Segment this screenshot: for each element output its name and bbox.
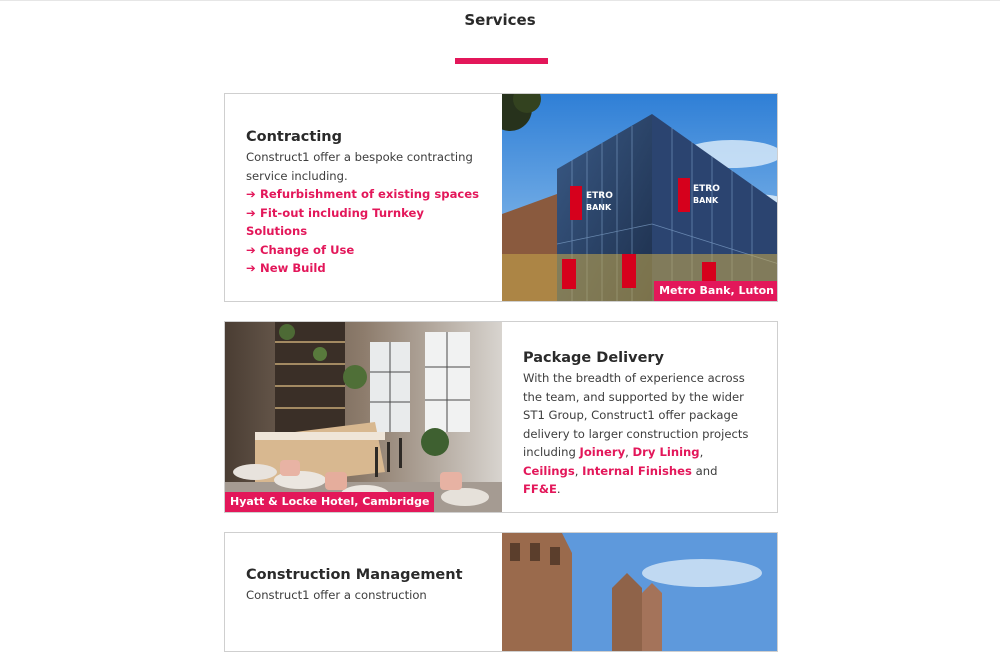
list-item[interactable]: ➔ Fit-out including Turnkey Solutions [246,204,481,241]
service-list: ➔ Refurbishment of existing spaces ➔ Fit-o… [246,185,481,278]
arrow-right-icon: ➔ [246,187,256,201]
metro-bank-photo: ETRO BANK ETRO BANK Metro Bank, Luton [502,94,777,301]
image-caption: Metro Bank, Luton [654,281,777,301]
title-underline [455,58,548,64]
card-body: With the breadth of experience across th… [523,371,749,496]
image-caption: Hyatt & Locke Hotel, Cambridge [225,492,435,512]
link-dry-lining[interactable]: Dry Lining [633,445,700,459]
arrow-right-icon: ➔ [246,242,256,257]
card-heading: Contracting [246,129,342,145]
page-title: Services [464,11,536,29]
hyatt-locke-photo: Hyatt & Locke Hotel, Cambridge [225,322,502,512]
svg-text:ETRO: ETRO [586,191,613,201]
link-ceilings[interactable]: Ceilings [523,464,575,478]
card-text: Contracting Construct1 offer a bespoke c… [225,94,502,301]
list-item[interactable]: ➔ New Build [246,259,481,278]
svg-text:BANK: BANK [586,203,612,212]
top-divider [0,0,1000,1]
card-heading: Construction Management [246,567,463,583]
arrow-right-icon: ➔ [246,205,256,220]
arrow-right-icon: ➔ [246,261,256,275]
card-intro: Construct1 offer a bespoke contracting s… [246,150,473,183]
historic-building-photo [502,533,777,651]
service-card-contracting: Contracting Construct1 offer a bespoke c… [224,93,778,302]
list-item[interactable]: ➔ Change of Use [246,241,481,260]
service-card-package-delivery: Hyatt & Locke Hotel, Cambridge Package D… [224,321,778,513]
card-heading: Package Delivery [523,350,665,366]
card-text: Package Delivery With the breadth of exp… [502,322,777,512]
link-ffe[interactable]: FF&E [523,482,557,496]
link-internal-finishes[interactable]: Internal Finishes [582,464,692,478]
link-joinery[interactable]: Joinery [580,445,626,459]
list-item[interactable]: ➔ Refurbishment of existing spaces [246,185,481,204]
card-intro: Construct1 offer a construction [246,588,427,602]
svg-text:BANK: BANK [693,196,719,205]
svg-text:ETRO: ETRO [693,184,720,194]
service-card-construction-management: Construction Management Construct1 offer… [224,532,778,652]
card-text: Construction Management Construct1 offer… [225,533,502,651]
